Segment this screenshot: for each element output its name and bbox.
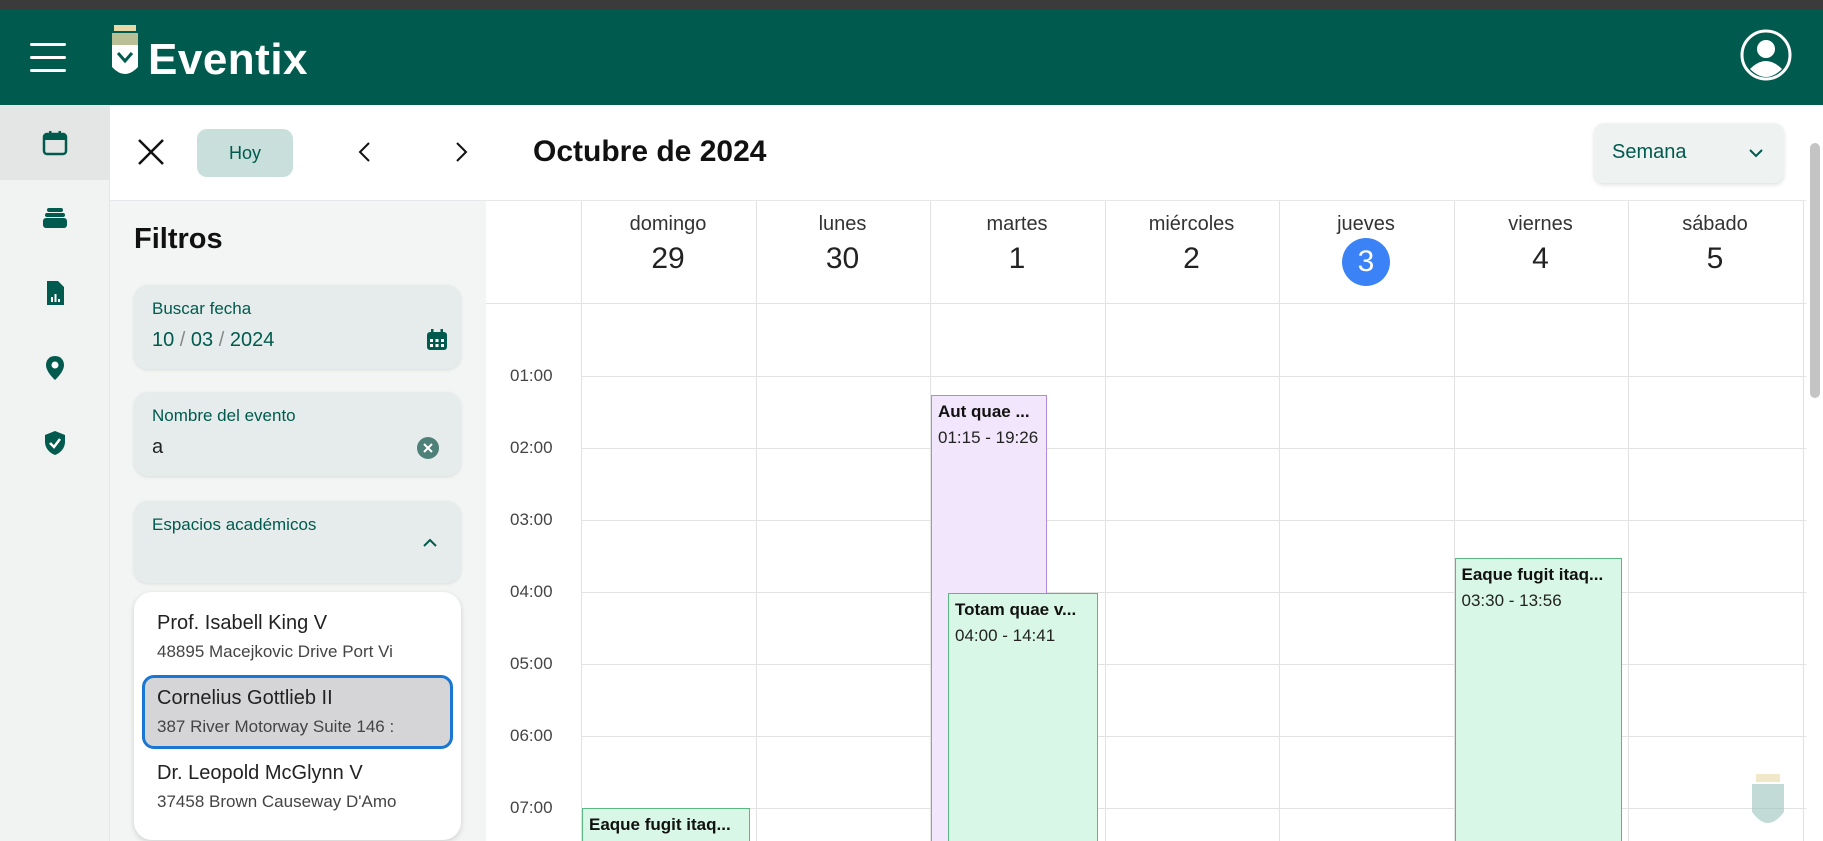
chevron-down-icon: [1749, 149, 1763, 158]
location-pin-icon: [45, 355, 64, 380]
event-time: 03:30 - 13:56: [1461, 591, 1562, 610]
filters-panel: Filtros Buscar fecha 10 / 03 / 2024 Nomb…: [110, 201, 485, 841]
day-name: sábado: [1682, 213, 1748, 235]
column-divider: [1104, 201, 1106, 841]
app-name: Eventix: [148, 35, 309, 84]
time-label: 06:00: [510, 726, 553, 745]
day-number[interactable]: 4: [1532, 242, 1549, 276]
day-name: martes: [986, 213, 1048, 235]
hour-line: [581, 448, 1806, 449]
shield-check-icon: [44, 430, 65, 455]
event-title: Eaque fugit itaq...: [589, 815, 731, 834]
chevron-left-icon[interactable]: [350, 137, 380, 167]
chevron-right-icon[interactable]: [446, 137, 476, 167]
day-header[interactable]: miércoles 2: [1105, 213, 1279, 276]
day-name: jueves: [1337, 213, 1395, 235]
day-number[interactable]: 5: [1707, 242, 1724, 276]
app-bar: Eventix: [0, 9, 1823, 105]
hour-line: [581, 664, 1806, 665]
day-number[interactable]: 30: [826, 242, 859, 276]
event-name-input[interactable]: a: [152, 436, 163, 459]
rail-item-security[interactable]: [0, 405, 109, 480]
time-label: 04:00: [510, 582, 553, 601]
view-select[interactable]: Semana: [1594, 123, 1784, 183]
column-divider: [755, 201, 757, 841]
event-title: Aut quae ...: [938, 402, 1030, 421]
day-number-today[interactable]: 3: [1342, 238, 1390, 286]
day-name: lunes: [818, 213, 867, 235]
filters-heading: Filtros: [134, 223, 223, 255]
logo-icon: [112, 25, 138, 74]
event-title: Eaque fugit itaq...: [1461, 565, 1604, 584]
time-label: 05:00: [510, 654, 553, 673]
day-header[interactable]: lunes 30: [756, 213, 930, 276]
hour-line: [581, 736, 1806, 737]
scrollbar[interactable]: [1806, 105, 1823, 841]
view-select-value: Semana: [1612, 141, 1687, 163]
rail-item-calendar[interactable]: [0, 105, 109, 180]
dropdown-option-selected[interactable]: Cornelius Gottlieb II 387 River Motorway…: [142, 675, 453, 749]
time-label: 02:00: [510, 438, 553, 457]
page-title: Octubre de 2024: [533, 135, 767, 168]
layers-icon: [42, 207, 67, 228]
date-field[interactable]: Buscar fecha 10 / 03 / 2024: [134, 285, 461, 369]
column-divider: [1802, 201, 1804, 841]
header-divider: [486, 303, 1806, 304]
column-divider: [1628, 201, 1629, 841]
academic-spaces-dropdown: Prof. Isabell King V 48895 Macejkovic Dr…: [134, 592, 461, 840]
event-title: Totam quae v...: [955, 600, 1077, 619]
column-divider: [581, 201, 582, 841]
column-divider: [1279, 201, 1280, 841]
hour-line: [581, 520, 1806, 521]
day-name: miércoles: [1148, 213, 1235, 235]
watermark-logo-icon: [1752, 774, 1784, 823]
week-calendar: domingo 29 lunes 30 martes 1 miércoles 2 jueves 3…: [486, 201, 1806, 841]
date-field-value[interactable]: 10 / 03 / 2024: [152, 329, 274, 352]
rail-item-locations[interactable]: [0, 330, 109, 405]
calendar-event[interactable]: Eaque fugit itaq...: [582, 808, 750, 841]
time-label: 03:00: [510, 510, 553, 529]
event-time: 04:00 - 14:41: [955, 626, 1056, 645]
hour-line: [581, 592, 1806, 593]
window-top-strip: [0, 0, 1823, 9]
rail-item-reports[interactable]: [0, 255, 109, 330]
day-name: domingo: [629, 213, 707, 235]
rail-item-layers[interactable]: [0, 180, 109, 255]
side-rail: [0, 105, 110, 841]
calendar-event[interactable]: Totam quae v... 04:00 - 14:41: [948, 593, 1098, 841]
event-name-field[interactable]: Nombre del evento a: [134, 392, 461, 476]
account-icon[interactable]: [1740, 29, 1792, 81]
day-number[interactable]: 1: [1009, 242, 1026, 276]
today-button[interactable]: Hoy: [197, 129, 293, 177]
scrollbar-thumb[interactable]: [1810, 143, 1820, 398]
clear-icon[interactable]: [417, 437, 439, 459]
day-header[interactable]: martes 1: [930, 213, 1104, 276]
chevron-up-icon: [423, 538, 437, 547]
academic-spaces-select[interactable]: Espacios académicos: [134, 501, 461, 583]
dropdown-option[interactable]: Dr. Leopold McGlynn V 37458 Brown Causew…: [142, 750, 453, 824]
event-time: 01:15 - 19:26: [938, 428, 1039, 447]
hour-line: [581, 376, 1806, 377]
report-icon: [46, 280, 64, 305]
time-label: 07:00: [510, 798, 553, 817]
event-name-label: Nombre del evento: [152, 406, 296, 425]
calendar-icon: [42, 130, 67, 155]
day-number[interactable]: 2: [1183, 242, 1200, 276]
day-number[interactable]: 29: [651, 242, 684, 276]
calendar-toolbar: Hoy Octubre de 2024 Semana: [110, 105, 1823, 201]
menu-icon[interactable]: [30, 43, 66, 72]
date-field-label: Buscar fecha: [152, 299, 252, 318]
calendar-picker-icon[interactable]: [426, 329, 448, 351]
hour-line: [581, 808, 1806, 809]
day-header[interactable]: jueves 3: [1279, 213, 1453, 286]
calendar-event[interactable]: Eaque fugit itaq... 03:30 - 13:56: [1454, 558, 1622, 841]
dropdown-option[interactable]: Prof. Isabell King V 48895 Macejkovic Dr…: [142, 600, 453, 674]
day-header[interactable]: viernes 4: [1454, 213, 1628, 276]
day-header[interactable]: domingo 29: [581, 213, 755, 276]
day-name: viernes: [1508, 213, 1573, 235]
close-icon[interactable]: [134, 135, 168, 169]
academic-spaces-label: Espacios académicos: [152, 515, 317, 534]
time-label: 01:00: [510, 366, 553, 385]
day-header[interactable]: sábado 5: [1628, 213, 1802, 276]
